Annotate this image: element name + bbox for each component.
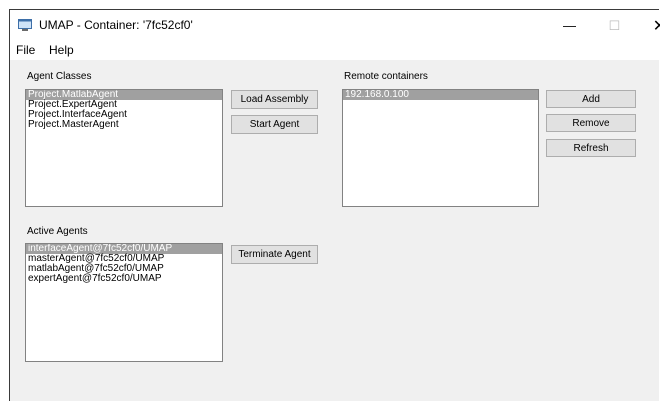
terminate-agent-button[interactable]: Terminate Agent bbox=[231, 245, 318, 264]
title-bar: UMAP - Container: '7fc52cf0' — ☐ ✕ bbox=[10, 10, 660, 41]
agent-classes-listbox[interactable]: Project.MatlabAgent Project.ExpertAgent Pr… bbox=[25, 89, 223, 207]
menu-file[interactable]: File bbox=[16, 43, 35, 57]
maximize-button[interactable]: ☐ bbox=[592, 10, 637, 41]
remote-containers-listbox[interactable]: 192.168.0.100 bbox=[342, 89, 539, 207]
application-icon bbox=[18, 19, 32, 31]
load-assembly-button[interactable]: Load Assembly bbox=[231, 90, 318, 109]
refresh-button[interactable]: Refresh bbox=[546, 139, 636, 157]
app-window: UMAP - Container: '7fc52cf0' — ☐ ✕ File … bbox=[9, 9, 660, 401]
window-title: UMAP - Container: '7fc52cf0' bbox=[39, 18, 193, 32]
menu-help[interactable]: Help bbox=[49, 43, 74, 57]
agent-classes-label: Agent Classes bbox=[27, 71, 92, 82]
list-item[interactable]: expertAgent@7fc52cf0/UMAP bbox=[26, 274, 222, 284]
add-button[interactable]: Add bbox=[546, 90, 636, 108]
list-item[interactable]: Project.MasterAgent bbox=[26, 120, 222, 130]
menu-bar: File Help bbox=[10, 41, 659, 60]
active-agents-label: Active Agents bbox=[27, 226, 88, 237]
active-agents-listbox[interactable]: interfaceAgent@7fc52cf0/UMAP masterAgent@… bbox=[25, 243, 223, 362]
minimize-button[interactable]: — bbox=[547, 10, 592, 41]
remove-button[interactable]: Remove bbox=[546, 114, 636, 132]
close-button[interactable]: ✕ bbox=[637, 10, 660, 41]
start-agent-button[interactable]: Start Agent bbox=[231, 115, 318, 134]
list-item[interactable]: 192.168.0.100 bbox=[343, 90, 538, 100]
remote-containers-label: Remote containers bbox=[344, 71, 428, 82]
